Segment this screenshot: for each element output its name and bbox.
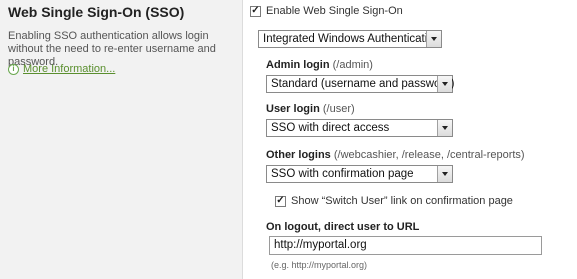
- admin-login-select[interactable]: Standard (username and password): [266, 75, 455, 93]
- settings-form: ✓ Enable Web Single Sign-On Integrated W…: [243, 0, 577, 279]
- switch-user-row[interactable]: ✓ Show “Switch User” link on confirmatio…: [275, 195, 513, 207]
- user-login-value: SSO with direct access: [271, 122, 390, 134]
- enable-sso-row[interactable]: ✓ Enable Web Single Sign-On: [250, 5, 403, 17]
- admin-login-value: Standard (username and password): [271, 78, 455, 90]
- other-logins-value: SSO with confirmation page: [271, 168, 414, 180]
- chevron-down-icon: [437, 166, 452, 182]
- sso-method-value: Integrated Windows Authentication: [263, 33, 441, 45]
- chevron-down-icon: [437, 76, 452, 92]
- section-title: Web Single Sign-On (SSO): [8, 4, 185, 20]
- more-info[interactable]: i More Information...: [8, 63, 115, 75]
- other-logins-label: Other logins (/webcashier, /release, /ce…: [266, 149, 525, 161]
- logout-url-value: http://myportal.org: [274, 239, 367, 251]
- chevron-down-icon: [426, 31, 441, 47]
- user-login-label: User login (/user): [266, 103, 355, 115]
- switch-user-label: Show “Switch User” link on confirmation …: [291, 195, 513, 207]
- enable-sso-checkbox[interactable]: ✓: [250, 5, 261, 17]
- settings-section-info: Web Single Sign-On (SSO) Enabling SSO au…: [0, 0, 243, 279]
- enable-sso-label: Enable Web Single Sign-On: [266, 5, 403, 17]
- chevron-down-icon: [437, 120, 452, 136]
- logout-url-label: On logout, direct user to URL: [266, 221, 420, 233]
- switch-user-checkbox[interactable]: ✓: [275, 195, 286, 207]
- admin-login-label: Admin login (/admin): [266, 59, 373, 71]
- more-info-link[interactable]: More Information...: [23, 63, 115, 75]
- info-icon: i: [8, 63, 19, 75]
- logout-url-input[interactable]: http://myportal.org: [269, 236, 542, 255]
- logout-url-example: (e.g. http://myportal.org): [271, 260, 368, 270]
- user-login-select[interactable]: SSO with direct access: [266, 119, 453, 137]
- other-logins-select[interactable]: SSO with confirmation page: [266, 165, 453, 183]
- sso-method-select[interactable]: Integrated Windows Authentication: [258, 30, 442, 48]
